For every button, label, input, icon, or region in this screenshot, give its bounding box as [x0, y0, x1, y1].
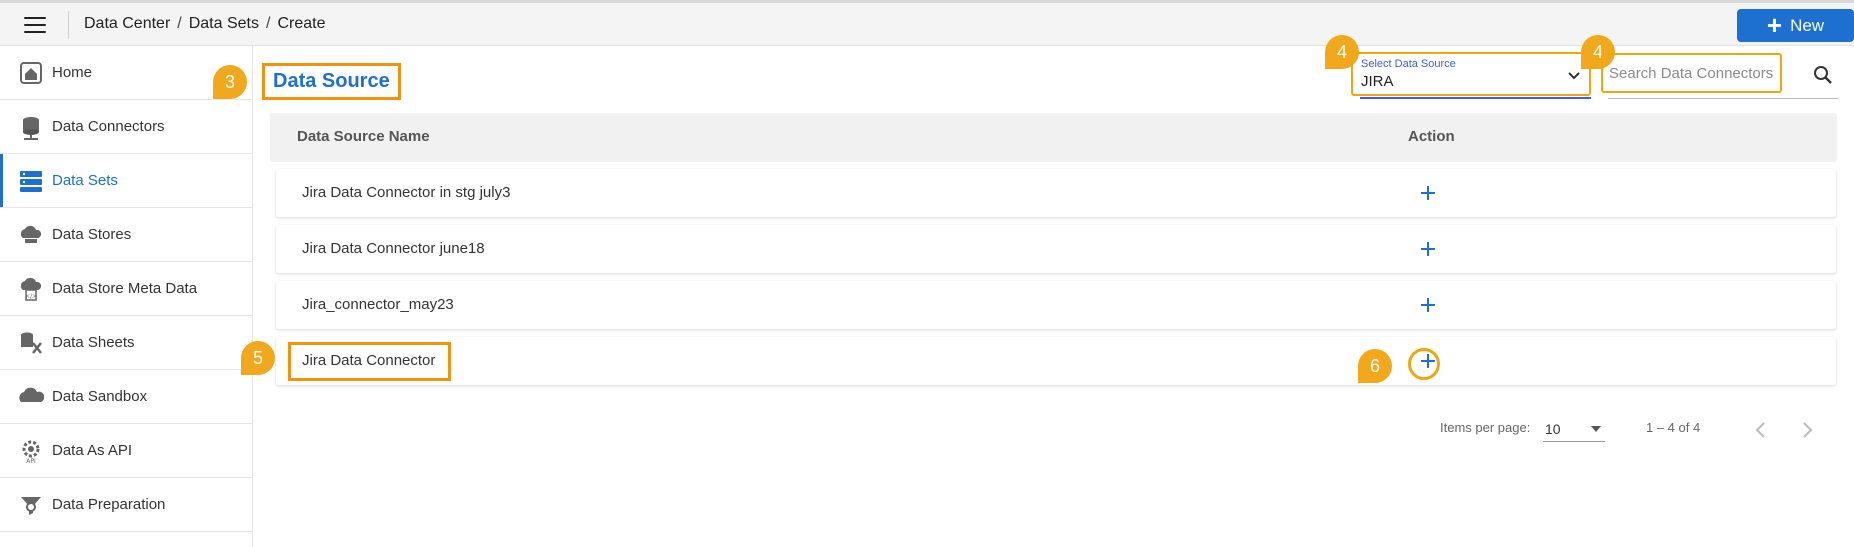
table-row: Jira_connector_may23	[276, 281, 1836, 329]
sidebar-item-label: Data Sheets	[52, 334, 135, 351]
sidebar-item-data-as-api[interactable]: API Data As API	[0, 424, 252, 478]
data-connectors-icon	[18, 114, 44, 140]
table-row: Jira Data Connector june18	[276, 225, 1836, 273]
search-field[interactable]	[1601, 53, 1782, 93]
new-button-label: New	[1790, 15, 1825, 35]
sidebar-item-label: Data Stores	[52, 226, 132, 243]
add-button[interactable]	[1417, 294, 1439, 316]
sidebar-item-label: Data Sets	[52, 172, 118, 189]
annotation-badge: 5	[241, 341, 275, 375]
sidebar-item-data-connectors[interactable]: Data Connectors	[0, 100, 252, 154]
column-header-action: Action	[1408, 128, 1455, 145]
annotation-badge: 6	[1358, 349, 1392, 383]
data-store-meta-icon: </>	[18, 276, 44, 302]
select-value: JIRA	[1361, 73, 1394, 90]
add-button-highlight	[1408, 348, 1440, 380]
data-preparation-icon	[18, 492, 44, 518]
sidebar-item-label: Data Store Meta Data	[52, 280, 198, 297]
breadcrumb-create: Create	[277, 15, 326, 32]
search-icon[interactable]	[1813, 65, 1833, 85]
sidebar-item-data-store-meta-data[interactable]: </> Data Store Meta Data	[0, 262, 252, 316]
plus-icon	[1421, 298, 1435, 312]
breadcrumb-data-center[interactable]: Data Center	[84, 15, 170, 32]
breadcrumb: Data Center / Data Sets / Create	[84, 15, 325, 33]
svg-text:API: API	[26, 458, 36, 464]
sidebar-item-data-sandbox[interactable]: Data Sandbox	[0, 370, 252, 424]
sidebar-item-label: Home	[52, 64, 93, 81]
svg-text:</>: </>	[25, 293, 37, 300]
select-underline	[1360, 97, 1591, 99]
sidebar-item-data-sheets[interactable]: Data Sheets	[0, 316, 252, 370]
search-input[interactable]	[1603, 55, 1780, 91]
data-source-select[interactable]: Select Data Source JIRA	[1351, 52, 1591, 96]
sidebar-item-data-stores[interactable]: Data Stores	[0, 208, 252, 262]
dropdown-arrow-icon	[1591, 426, 1601, 432]
data-sandbox-icon	[18, 384, 44, 410]
sidebar-item-data-sets[interactable]: Data Sets	[0, 154, 252, 208]
chevron-left-icon[interactable]	[1749, 418, 1773, 442]
add-button[interactable]	[1417, 182, 1439, 204]
annotation-badge: 3	[213, 65, 247, 99]
sidebar-item-label: Data Preparation	[52, 496, 166, 513]
new-button[interactable]: + New	[1737, 9, 1854, 42]
table-header: Data Source Name Action	[270, 113, 1837, 162]
sidebar-item-label: Data Connectors	[52, 118, 165, 135]
chevron-right-icon[interactable]	[1795, 418, 1819, 442]
items-per-page-label: Items per page:	[1440, 420, 1531, 435]
breadcrumb-separator: /	[265, 15, 271, 32]
chevron-down-icon	[1568, 72, 1580, 80]
page-title: Data Source	[273, 70, 390, 92]
data-source-name: Jira Data Connector june18	[302, 240, 485, 257]
breadcrumb-separator: /	[177, 15, 182, 32]
menu-icon[interactable]	[24, 17, 46, 33]
data-source-name: Jira Data Connector in stg july3	[302, 184, 511, 201]
breadcrumb-data-sets[interactable]: Data Sets	[189, 15, 259, 32]
add-button[interactable]	[1417, 238, 1439, 260]
search-underline	[1608, 98, 1838, 99]
items-per-page-select[interactable]: 10	[1543, 416, 1605, 442]
pagination-range: 1 – 4 of 4	[1646, 420, 1701, 435]
home-icon	[18, 60, 44, 86]
top-bar: Data Center / Data Sets / Create + New	[0, 0, 1854, 46]
title-highlight: Data Source	[262, 63, 401, 100]
sidebar-item-label: Data Sandbox	[52, 388, 148, 405]
data-stores-icon	[18, 222, 44, 248]
data-sheets-icon	[18, 330, 44, 356]
data-sets-icon	[18, 168, 44, 194]
divider	[68, 11, 69, 39]
plus-icon	[1421, 242, 1435, 256]
table-row: Jira Data Connector	[276, 337, 1836, 385]
sidebar: Home Data Connectors Data Sets Data Stor…	[0, 46, 253, 547]
data-api-icon: API	[18, 438, 44, 464]
data-source-name: Jira_connector_may23	[302, 296, 454, 313]
plus-icon: +	[1766, 9, 1783, 40]
sidebar-item-label: Data As API	[52, 442, 133, 459]
sidebar-item-data-preparation[interactable]: Data Preparation	[0, 478, 252, 532]
items-per-page-value: 10	[1545, 421, 1561, 437]
table-row: Jira Data Connector in stg july3	[276, 169, 1836, 217]
select-label: Select Data Source	[1361, 58, 1456, 70]
row-name-highlight	[288, 342, 451, 381]
column-header-name: Data Source Name	[297, 128, 430, 145]
plus-icon	[1421, 186, 1435, 200]
